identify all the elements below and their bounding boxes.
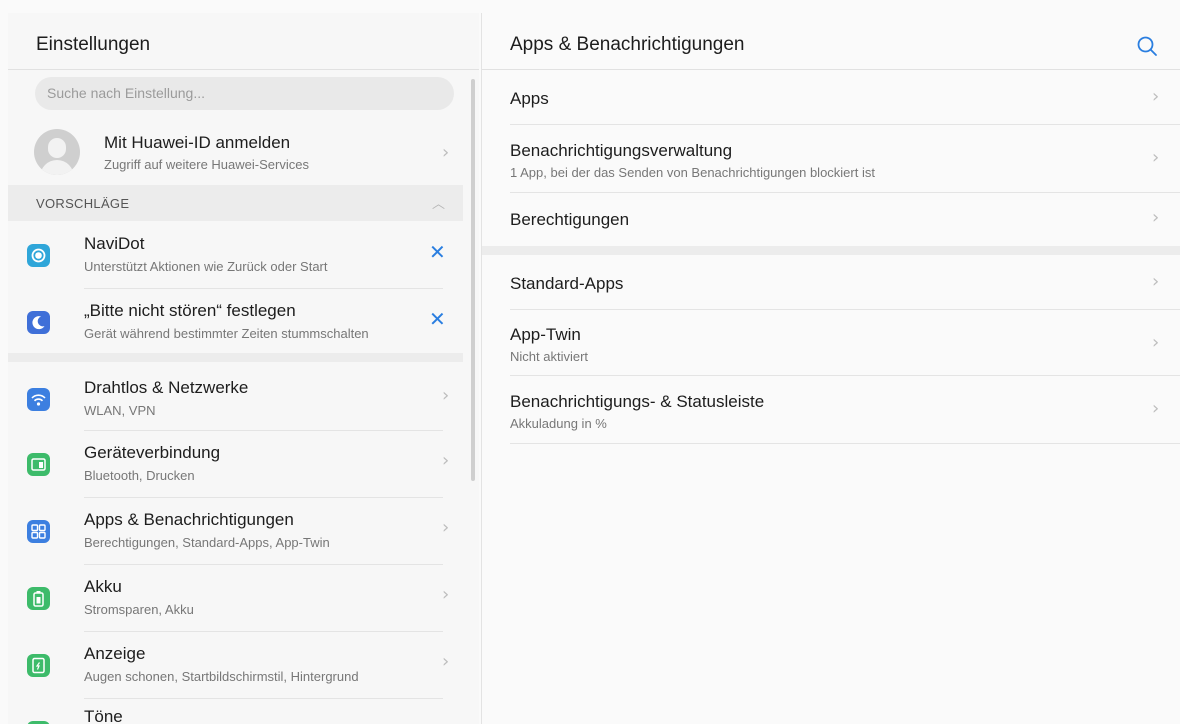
item-subtitle: WLAN, VPN [84,403,156,418]
item-title: Geräteverbindung [84,443,221,462]
item-title: Apps & Benachrichtigungen [84,510,294,529]
sidebar-scrollbar[interactable] [471,79,475,481]
avatar [34,129,80,175]
search-icon[interactable] [1136,35,1158,57]
section-divider [8,353,463,362]
item-subtitle: Nicht aktiviert [510,349,589,364]
huawei-id-signin[interactable]: Mit Huawei-ID anmelden Zugriff auf weite… [8,123,463,185]
chevron-right-icon: › [1152,86,1160,107]
chevron-right-icon: › [1152,398,1160,419]
title-divider [8,69,479,70]
close-icon[interactable]: ✕ [429,240,446,264]
item-subtitle: 1 App, bei der das Senden von Benachrich… [510,165,875,180]
sidebar-item-sound[interactable]: Töne [8,699,463,724]
suggestion-subtitle: Gerät während bestimmter Zeiten stummsch… [84,326,369,341]
chevron-right-icon: › [1152,207,1160,228]
sidebar-item-device-connection[interactable]: Geräteverbindung Bluetooth, Drucken › [8,431,463,498]
chevron-right-icon: › [442,450,450,471]
item-title: Töne [84,707,123,724]
chevron-right-icon: › [442,584,450,605]
navidot-icon [27,244,50,267]
sidebar-item-battery[interactable]: Akku Stromsparen, Akku › [8,565,463,632]
suggestion-title: „Bitte nicht stören“ festlegen [84,301,296,320]
sidebar-title: Einstellungen [36,34,151,55]
display-icon [27,654,50,677]
sidebar-item-wireless[interactable]: Drahtlos & Netzwerke WLAN, VPN › [8,365,463,431]
suggestion-subtitle: Unterstützt Aktionen wie Zurück oder Sta… [84,259,328,274]
battery-icon [27,587,50,610]
item-title: Drahtlos & Netzwerke [84,378,249,397]
section-divider [482,246,1180,255]
item-subtitle: Augen schonen, Startbildschirmstil, Hint… [84,669,359,684]
suggestion-do-not-disturb[interactable]: „Bitte nicht stören“ festlegen Gerät wäh… [8,289,463,353]
row-divider [510,443,1180,444]
item-title: Berechtigungen [510,210,630,229]
suggestion-title: NaviDot [84,234,145,253]
moon-icon [27,311,50,334]
chevron-right-icon: › [1152,147,1160,168]
close-icon[interactable]: ✕ [429,307,446,331]
item-title: Standard-Apps [510,274,624,293]
chevron-up-icon[interactable]: ︿ [432,193,445,212]
wifi-icon [27,388,50,411]
menu-item-app-twin[interactable]: App-Twin Nicht aktiviert › [482,310,1180,376]
menu-item-permissions[interactable]: Berechtigungen › [482,193,1180,246]
chevron-right-icon: › [442,385,450,406]
item-title: Apps [510,89,549,108]
menu-item-default-apps[interactable]: Standard-Apps › [482,255,1180,310]
item-title: Akku [84,577,122,596]
item-title: Benachrichtigungs- & Statusleiste [510,392,765,411]
sidebar-item-display[interactable]: Anzeige Augen schonen, Startbildschirmst… [8,632,463,699]
item-subtitle: Berechtigungen, Standard-Apps, App-Twin [84,535,330,550]
item-subtitle: Stromsparen, Akku [84,602,194,617]
menu-item-notification-status-bar[interactable]: Benachrichtigungs- & Statusleiste Akkula… [482,376,1180,444]
device-connection-icon [27,453,50,476]
item-title: Anzeige [84,644,146,663]
profile-title: Mit Huawei-ID anmelden [104,133,291,152]
chevron-right-icon: › [1152,332,1160,353]
item-subtitle: Akkuladung in % [510,416,607,431]
chevron-right-icon: › [442,517,450,538]
detail-pane: Apps & Benachrichtigungen Apps › Benachr… [482,13,1180,724]
item-title: Benachrichtigungsverwaltung [510,141,733,160]
section-label: VORSCHLÄGE [36,196,130,211]
suggestions-header[interactable]: VORSCHLÄGE ︿ [8,185,463,221]
chevron-right-icon: › [442,142,450,163]
item-title: App-Twin [510,325,581,344]
item-subtitle: Bluetooth, Drucken [84,468,195,483]
menu-item-apps[interactable]: Apps › [482,70,1180,125]
page-title: Apps & Benachrichtigungen [510,34,745,55]
chevron-right-icon: › [442,651,450,672]
chevron-right-icon: › [1152,271,1160,292]
settings-sidebar: Einstellungen Suche nach Einstellung... … [8,13,479,724]
apps-grid-icon [27,520,50,543]
profile-subtitle: Zugriff auf weitere Huawei-Services [104,157,309,172]
search-input[interactable]: Suche nach Einstellung... [35,77,454,110]
suggestion-navidot[interactable]: NaviDot Unterstützt Aktionen wie Zurück … [8,221,463,289]
menu-item-notification-management[interactable]: Benachrichtigungsverwaltung 1 App, bei d… [482,125,1180,193]
sidebar-item-apps[interactable]: Apps & Benachrichtigungen Berechtigungen… [8,498,463,565]
